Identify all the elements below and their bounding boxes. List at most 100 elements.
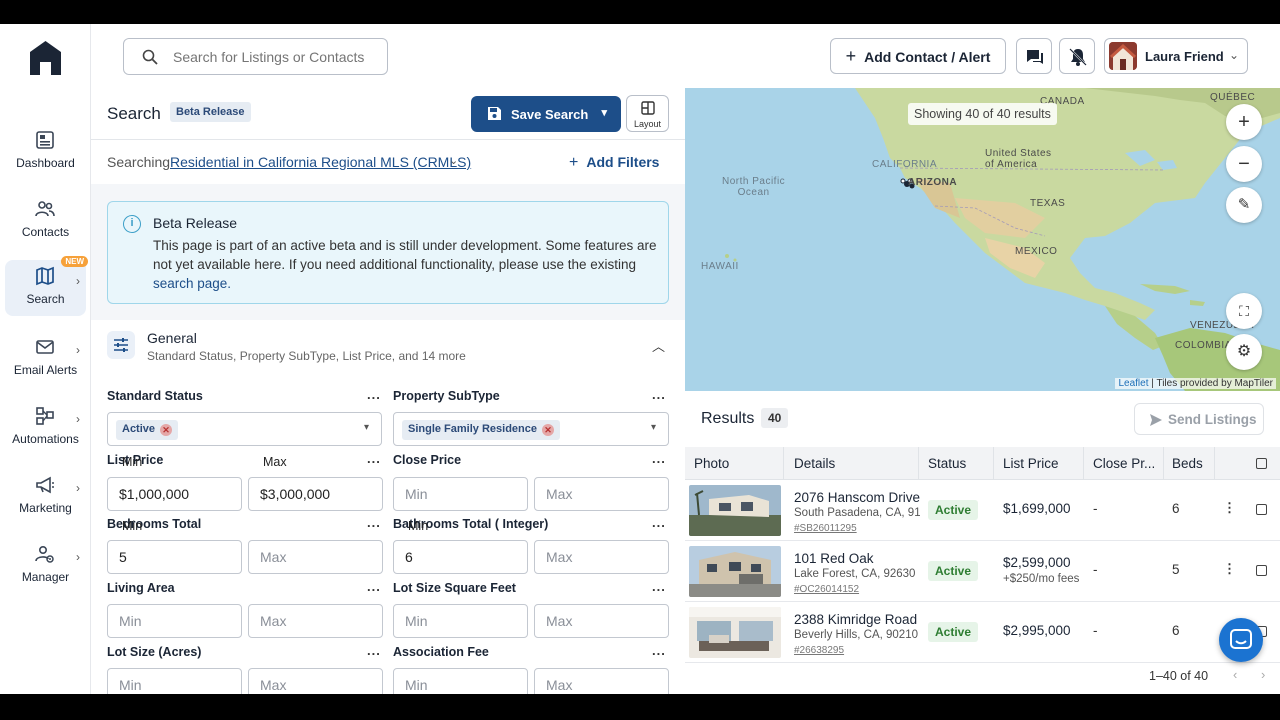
map-label-hawaii: HAWAII bbox=[701, 261, 739, 272]
mls-selector[interactable]: Residential in California Regional MLS (… bbox=[170, 154, 471, 170]
support-chat-button[interactable] bbox=[1219, 618, 1263, 662]
property-subtype-select[interactable]: Single Family Residence ✕ ▾ bbox=[393, 412, 669, 446]
more-options-icon[interactable]: ... bbox=[367, 451, 381, 466]
zoom-in-button[interactable]: + bbox=[1226, 104, 1262, 140]
lot-size-acres-min-input[interactable] bbox=[107, 668, 242, 694]
add-filters-button[interactable]: + Add Filters bbox=[569, 154, 659, 172]
user-menu[interactable]: Laura Friend ⌄ bbox=[1104, 38, 1248, 74]
lot-size-sqft-min-input[interactable] bbox=[393, 604, 528, 638]
listing-photo[interactable] bbox=[689, 607, 781, 658]
add-contact-button[interactable]: + Add Contact / Alert bbox=[830, 38, 1006, 74]
row-menu-icon[interactable]: ⋮ bbox=[1223, 561, 1236, 577]
table-row[interactable]: 2076 Hanscom Drive South Pasadena, CA, 9… bbox=[685, 480, 1280, 541]
lot-size-sqft-max-input[interactable] bbox=[534, 604, 669, 638]
layout-label: Layout bbox=[633, 119, 662, 129]
more-options-icon[interactable]: ... bbox=[652, 643, 666, 658]
beta-release-badge: Beta Release bbox=[170, 102, 251, 122]
brand-logo[interactable] bbox=[29, 40, 62, 76]
nav-contacts[interactable]: Contacts bbox=[5, 193, 86, 249]
search-page-link[interactable]: search page. bbox=[153, 276, 231, 291]
more-options-icon[interactable]: ... bbox=[367, 387, 381, 402]
column-list-price[interactable]: List Price bbox=[1003, 456, 1059, 471]
chevron-down-icon[interactable]: ▾ bbox=[601, 106, 607, 119]
listing-mls-id[interactable]: #SB26011295 bbox=[794, 523, 857, 534]
more-options-icon[interactable]: ... bbox=[367, 643, 381, 658]
bathrooms-max-input[interactable] bbox=[534, 540, 669, 574]
living-area-min-input[interactable] bbox=[107, 604, 242, 638]
prev-page-icon[interactable]: ‹ bbox=[1233, 667, 1237, 682]
nav-dashboard[interactable]: Dashboard bbox=[5, 124, 86, 180]
association-fee-max-input[interactable] bbox=[534, 668, 669, 694]
general-section-header[interactable]: General Standard Status, Property SubTyp… bbox=[91, 320, 685, 372]
chevron-down-icon[interactable]: ⌄ bbox=[449, 154, 458, 167]
living-area-max-input[interactable] bbox=[248, 604, 383, 638]
listing-photo[interactable] bbox=[689, 546, 781, 597]
fullscreen-button[interactable]: ⛶ bbox=[1226, 293, 1262, 329]
nav-marketing[interactable]: Marketing › bbox=[5, 469, 86, 525]
save-search-button[interactable]: Save Search ▾ bbox=[471, 96, 621, 132]
standard-status-select[interactable]: Active ✕ ▾ bbox=[107, 412, 382, 446]
panel-header: Search Beta Release Save Search ▾ Layout bbox=[91, 88, 685, 140]
association-fee-min-input[interactable] bbox=[393, 668, 528, 694]
column-status[interactable]: Status bbox=[928, 456, 966, 471]
nav-automations[interactable]: Automations › bbox=[5, 400, 86, 456]
list-price-max-input[interactable] bbox=[248, 477, 383, 511]
nav-manager[interactable]: Manager › bbox=[5, 538, 86, 594]
chevron-right-icon: › bbox=[76, 550, 80, 564]
nav-email-alerts[interactable]: Email Alerts › bbox=[5, 331, 86, 387]
more-options-icon[interactable]: ... bbox=[367, 579, 381, 594]
next-page-icon[interactable]: › bbox=[1261, 667, 1265, 682]
close-price-max-input[interactable] bbox=[534, 477, 669, 511]
row-checkbox[interactable] bbox=[1256, 504, 1267, 515]
zoom-out-button[interactable]: − bbox=[1226, 146, 1262, 182]
listing-mls-id[interactable]: #OC26014152 bbox=[794, 584, 859, 595]
map-view[interactable]: CALIFORNIA ARIZONA United States of Amer… bbox=[685, 88, 1280, 391]
map-label-texas: TEXAS bbox=[1030, 198, 1066, 209]
remove-chip-icon[interactable]: ✕ bbox=[542, 424, 554, 436]
listing-address[interactable]: 101 Red Oak bbox=[794, 551, 874, 566]
plus-icon: + bbox=[845, 45, 857, 66]
messages-button[interactable] bbox=[1016, 38, 1052, 74]
avatar bbox=[1109, 42, 1137, 70]
listing-mls-id[interactable]: #26638295 bbox=[794, 645, 844, 656]
listing-address[interactable]: 2076 Hanscom Drive bbox=[794, 490, 920, 505]
list-price-min-input[interactable] bbox=[107, 477, 242, 511]
more-options-icon[interactable]: ... bbox=[652, 515, 666, 530]
min-label: Min bbox=[122, 455, 143, 469]
more-options-icon[interactable]: ... bbox=[652, 579, 666, 594]
nav-search[interactable]: Search NEW › bbox=[5, 256, 88, 316]
results-footer: 1–40 of 40 ‹ › bbox=[685, 664, 1280, 694]
draw-button[interactable]: ✎ bbox=[1226, 187, 1262, 223]
leaflet-link[interactable]: Leaflet bbox=[1118, 378, 1148, 389]
listing-beds: 5 bbox=[1172, 562, 1180, 577]
column-beds[interactable]: Beds bbox=[1172, 456, 1203, 471]
lot-size-acres-max-input[interactable] bbox=[248, 668, 383, 694]
nav-search-label: Search bbox=[26, 292, 65, 306]
close-price-min-input[interactable] bbox=[393, 477, 528, 511]
remove-chip-icon[interactable]: ✕ bbox=[160, 424, 173, 436]
select-all-checkbox[interactable] bbox=[1256, 458, 1267, 469]
listing-address[interactable]: 2388 Kimridge Road bbox=[794, 612, 917, 627]
notifications-button[interactable] bbox=[1059, 38, 1095, 74]
column-close-price[interactable]: Close Pr... bbox=[1093, 456, 1155, 471]
bedrooms-max-input[interactable] bbox=[248, 540, 383, 574]
send-listings-button[interactable]: Send Listings bbox=[1134, 403, 1264, 435]
row-checkbox[interactable] bbox=[1256, 565, 1267, 576]
search-input[interactable] bbox=[173, 47, 373, 67]
table-row[interactable]: 2388 Kimridge Road Beverly Hills, CA, 90… bbox=[685, 602, 1280, 663]
more-options-icon[interactable]: ... bbox=[367, 515, 381, 530]
row-menu-icon[interactable]: ⋮ bbox=[1223, 500, 1236, 516]
bathrooms-min-input[interactable] bbox=[393, 540, 528, 574]
map-settings-button[interactable]: ⚙ bbox=[1226, 334, 1262, 370]
map-results-count: Showing 40 of 40 results bbox=[908, 103, 1057, 125]
more-options-icon[interactable]: ... bbox=[652, 387, 666, 402]
column-photo[interactable]: Photo bbox=[694, 456, 729, 471]
bedrooms-min-input[interactable] bbox=[107, 540, 242, 574]
table-row[interactable]: 101 Red Oak Lake Forest, CA, 92630 #OC26… bbox=[685, 541, 1280, 602]
column-details[interactable]: Details bbox=[794, 456, 835, 471]
chevron-up-icon[interactable]: ︿ bbox=[652, 336, 665, 355]
more-options-icon[interactable]: ... bbox=[652, 451, 666, 466]
layout-button[interactable]: Layout bbox=[626, 95, 669, 132]
listing-photo[interactable] bbox=[689, 485, 781, 536]
global-search[interactable] bbox=[123, 38, 388, 75]
